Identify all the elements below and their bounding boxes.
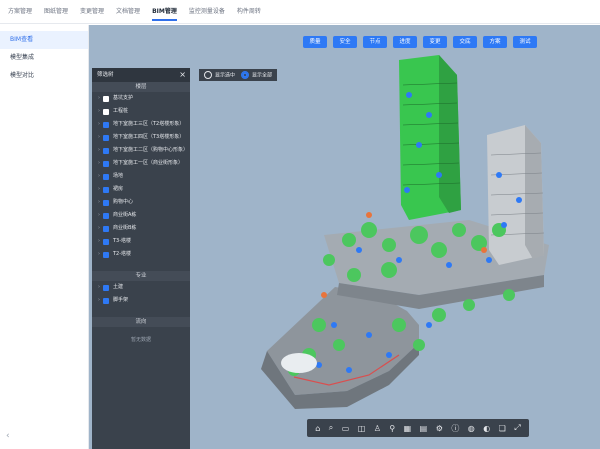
briefing-button[interactable]: 交底 bbox=[453, 36, 477, 48]
floor-item[interactable]: › 场地 bbox=[92, 170, 190, 183]
tab-bim[interactable]: BIM管理 bbox=[152, 0, 177, 24]
checkbox-icon[interactable] bbox=[103, 108, 109, 115]
floor-item[interactable]: › 购物中心 bbox=[92, 196, 190, 209]
grid-icon[interactable]: ▦ bbox=[404, 424, 412, 433]
section-major: 专业 bbox=[92, 271, 190, 281]
major-item[interactable]: › 土建 bbox=[92, 281, 190, 294]
scheme-button[interactable]: 方案 bbox=[483, 36, 507, 48]
show-selected-option[interactable]: 显示选中 bbox=[204, 71, 235, 79]
sidebar-item-model-compare[interactable]: 模型对比 bbox=[0, 67, 88, 85]
floor-item[interactable]: › 工程桩 bbox=[92, 105, 190, 118]
checkbox-icon[interactable] bbox=[103, 225, 109, 232]
pin-icon[interactable]: ⚲ bbox=[389, 424, 395, 433]
top-nav: 方案管理 图纸管理 变更管理 文档管理 BIM管理 监控测量设备 构件周转 bbox=[0, 0, 600, 24]
checkbox-icon[interactable] bbox=[103, 147, 109, 154]
tab-change[interactable]: 变更管理 bbox=[80, 0, 104, 24]
floor-item[interactable]: › T3-塔楼 bbox=[92, 235, 190, 248]
checkbox-icon[interactable] bbox=[103, 212, 109, 219]
tab-scheme[interactable]: 方案管理 bbox=[8, 0, 32, 24]
fullscreen-icon[interactable]: ⤢ bbox=[514, 423, 520, 433]
empty-state: 暂无数据 bbox=[130, 337, 151, 343]
floor-item[interactable]: › 地下室施工一区（商业街形象） bbox=[92, 157, 190, 170]
show-all-option[interactable]: 显示全部 bbox=[241, 71, 272, 79]
tab-drawing[interactable]: 图纸管理 bbox=[44, 0, 68, 24]
radio-icon bbox=[204, 71, 212, 79]
tab-monitor[interactable]: 监控测量设备 bbox=[189, 0, 225, 24]
tab-document[interactable]: 文档管理 bbox=[116, 0, 140, 24]
checkbox-icon[interactable] bbox=[103, 199, 109, 206]
sidebar-item-bim-view[interactable]: BIM查看 bbox=[0, 31, 88, 49]
progress-button[interactable]: 进度 bbox=[393, 36, 417, 48]
floor-item[interactable]: › T2-塔楼 bbox=[92, 248, 190, 261]
close-icon[interactable]: × bbox=[179, 68, 186, 82]
display-toggle: 显示选中 显示全部 bbox=[199, 69, 278, 81]
section-floor: 楼层 bbox=[92, 82, 190, 92]
checkbox-icon[interactable] bbox=[103, 121, 109, 128]
sidebar: BIM查看 模型集成 模型对比 ‹ bbox=[0, 25, 89, 449]
safety-button[interactable]: 安全 bbox=[333, 36, 357, 48]
gear-icon[interactable]: ⚙ bbox=[436, 424, 443, 433]
change-button[interactable]: 变更 bbox=[423, 36, 447, 48]
filter-panel-header: 筛选树 × bbox=[92, 68, 190, 82]
checkbox-icon[interactable] bbox=[103, 134, 109, 141]
major-item[interactable]: › 脚手架 bbox=[92, 294, 190, 307]
category-toolbar: 质量 安全 节点 进度 变更 交底 方案 测试 bbox=[303, 36, 537, 48]
checkbox-icon[interactable] bbox=[103, 284, 109, 291]
checkbox-icon[interactable] bbox=[103, 95, 109, 102]
section-icon[interactable]: ◫ bbox=[358, 424, 366, 433]
checkbox-icon[interactable] bbox=[103, 297, 109, 304]
floor-item[interactable]: › 基坑支护 bbox=[92, 92, 190, 105]
checkbox-icon[interactable] bbox=[103, 160, 109, 167]
search-icon[interactable]: ⌕ bbox=[329, 423, 333, 433]
chevron-left-icon[interactable]: ‹ bbox=[6, 431, 10, 441]
tab-component[interactable]: 构件周转 bbox=[237, 0, 261, 24]
floor-item[interactable]: › 地下室施工三区（T2塔楼形象） bbox=[92, 118, 190, 131]
view-toolbar: ⌂ ⌕ ▭ ◫ ♙ ⚲ ▦ ▤ ⚙ ⓘ ◍ ◐ ❏ ⤢ bbox=[307, 419, 529, 437]
checkbox-icon[interactable] bbox=[103, 238, 109, 245]
floor-item[interactable]: › 裙房 bbox=[92, 183, 190, 196]
checkbox-icon[interactable] bbox=[103, 186, 109, 193]
filter-panel-title: 筛选树 bbox=[97, 72, 114, 78]
floor-item[interactable]: › 商业街B栋 bbox=[92, 222, 190, 235]
checkbox-icon[interactable] bbox=[103, 251, 109, 258]
chart-icon[interactable]: ▤ bbox=[420, 424, 428, 433]
info-icon[interactable]: ⓘ bbox=[451, 423, 459, 434]
sidebar-item-model-integrate[interactable]: 模型集成 bbox=[0, 49, 88, 67]
measure-icon[interactable]: ▭ bbox=[342, 424, 350, 433]
sphere-icon[interactable]: ◐ bbox=[483, 424, 490, 433]
radio-selected-icon bbox=[241, 71, 250, 79]
person-icon[interactable]: ♙ bbox=[374, 424, 381, 433]
floor-item[interactable]: › 地下室施工二区（购物中心形象） bbox=[92, 144, 190, 157]
globe-icon[interactable]: ◍ bbox=[468, 424, 475, 433]
home-icon[interactable]: ⌂ bbox=[315, 424, 320, 433]
layers-icon[interactable]: ❏ bbox=[499, 424, 506, 433]
floor-item[interactable]: › 商业街A栋 bbox=[92, 209, 190, 222]
floor-list: › 基坑支护 › 工程桩 › 地下室施工三区（T2塔楼形象） › 地下室施工四区（T3塔… bbox=[92, 92, 190, 261]
test-button[interactable]: 测试 bbox=[513, 36, 537, 48]
section-flow: 流向 bbox=[92, 317, 190, 327]
bim-viewport[interactable]: 质量 安全 节点 进度 变更 交底 方案 测试 显示选中 显示全部 筛选树 × … bbox=[89, 25, 600, 449]
filter-panel: 筛选树 × 楼层 › 基坑支护 › 工程桩 › 地下室施工三区（T2塔楼形象） › 地下… bbox=[92, 68, 190, 449]
checkbox-icon[interactable] bbox=[103, 173, 109, 180]
node-button[interactable]: 节点 bbox=[363, 36, 387, 48]
floor-item[interactable]: › 地下室施工四区（T3塔楼形象） bbox=[92, 131, 190, 144]
quality-button[interactable]: 质量 bbox=[303, 36, 327, 48]
